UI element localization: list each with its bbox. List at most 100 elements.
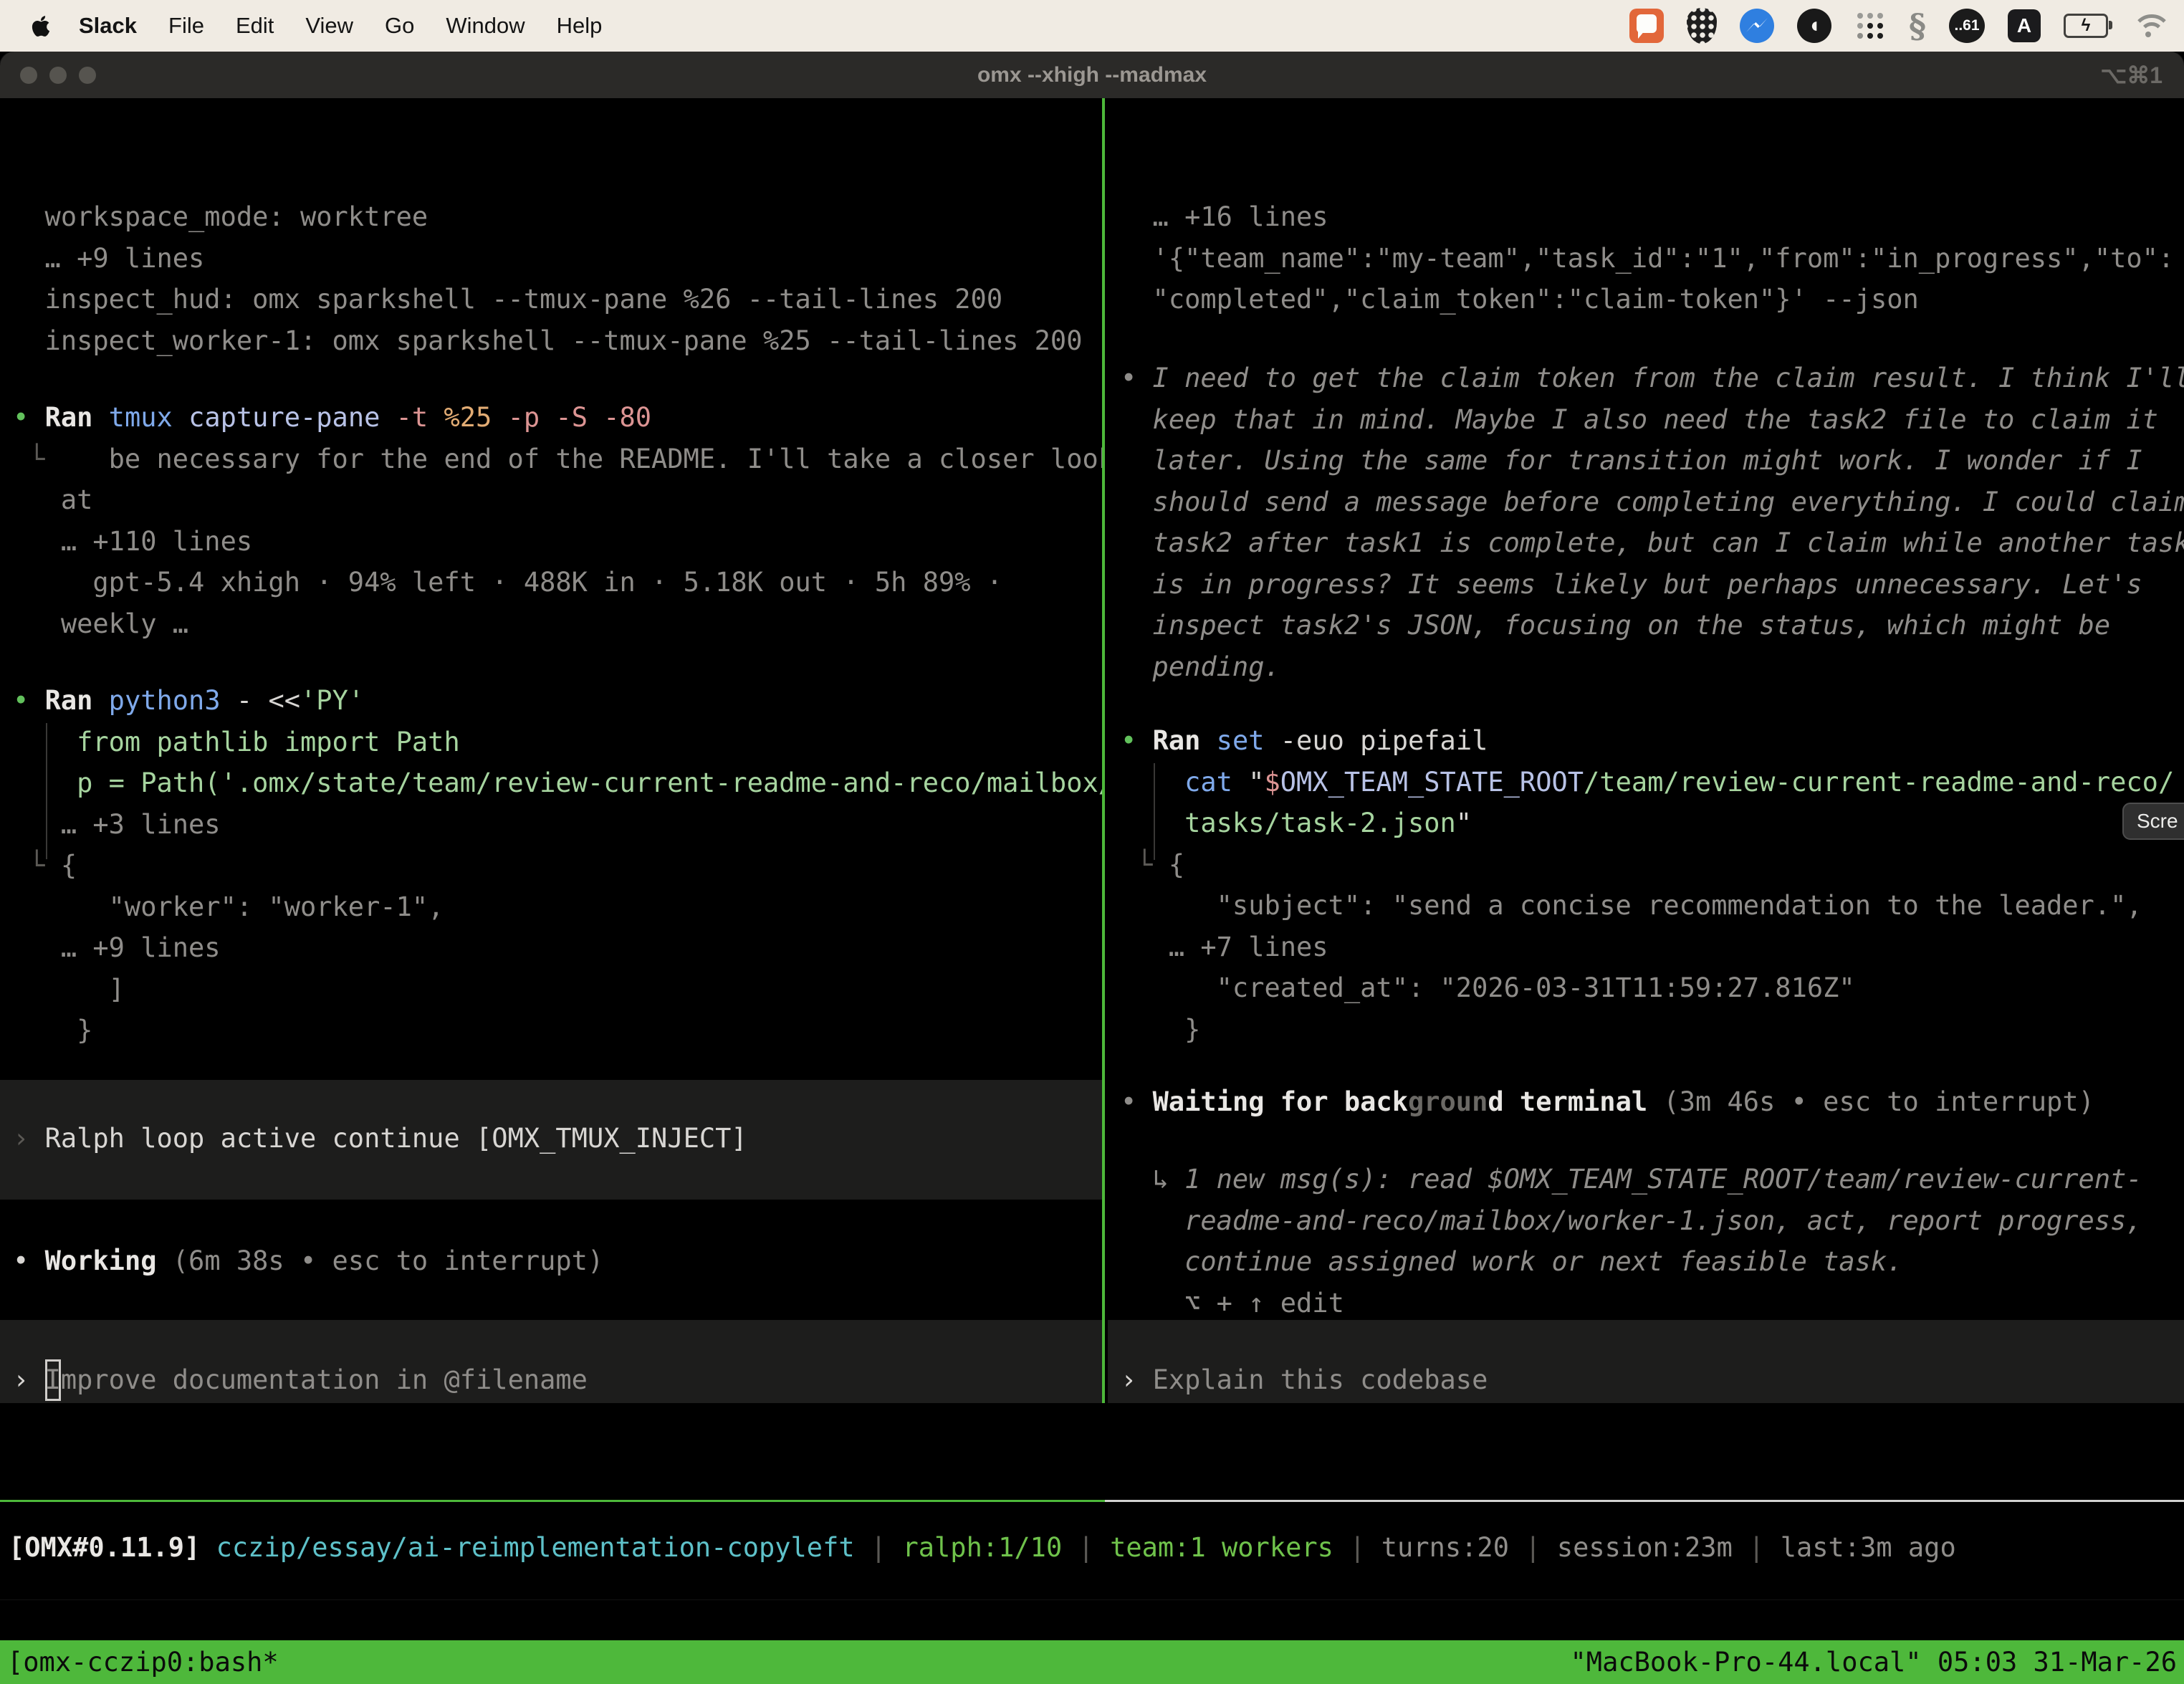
text-segment: ›	[13, 1364, 45, 1395]
text-segment: •	[13, 402, 45, 433]
minimize-button[interactable]	[49, 67, 67, 84]
text-segment: I	[45, 1359, 61, 1401]
text-segment: pending.	[1121, 651, 1280, 682]
text-segment: $	[1265, 767, 1280, 798]
text-segment: Ralph loop active continue [OMX_TMUX_INJ…	[45, 1123, 747, 1154]
text-segment: "worker": "worker-1",	[13, 891, 444, 922]
terminal-line: … +16 lines	[1121, 196, 2184, 238]
text-segment: … +9 lines	[13, 243, 204, 274]
text-segment: tasks/task-2.json	[1121, 808, 1456, 838]
text-segment: "	[1456, 808, 1472, 838]
terminal-line: … +7 lines	[1121, 927, 2184, 968]
zoom-button[interactable]	[79, 67, 96, 84]
terminal-content: workspace_mode: worktree … +9 lines insp…	[0, 98, 2184, 1599]
screen: { "menu_bar": { "app": "Slack", "items":…	[0, 0, 2184, 1599]
apple-menu[interactable]	[32, 14, 50, 38]
terminal-line: › Improve documentation in @filename	[13, 1359, 1102, 1401]
prompt-box[interactable]: › Explain this codebase	[1108, 1320, 2184, 1403]
tmux-status-bar: [omx-cczip0:bash* "MacBook-Pro-44.local"…	[0, 1640, 2184, 1684]
text-segment: -S	[555, 402, 603, 433]
text-segment: inspect task2's JSON, focusing on the st…	[1121, 610, 2110, 641]
menu-app-name[interactable]: Slack	[79, 13, 137, 39]
menu-item-edit[interactable]: Edit	[236, 13, 274, 39]
text-segment: %25	[444, 402, 507, 433]
text-segment: ⌥ + ↑ edit	[1121, 1288, 1344, 1319]
terminal-line: is in progress? It seems likely but perh…	[1121, 564, 2184, 606]
close-button[interactable]	[20, 67, 37, 84]
menu-item-help[interactable]: Help	[557, 13, 603, 39]
text-segment: {	[1169, 849, 1184, 880]
text-segment: {	[61, 850, 77, 881]
text-segment: weekly …	[13, 608, 188, 639]
text-segment: "	[1248, 767, 1264, 798]
terminal-line: └ be necessary for the end of the README…	[13, 439, 1102, 480]
text-segment: at	[13, 484, 92, 515]
text-segment: ↳ 1 new msg(s): read $OMX_TEAM_STATE_ROO…	[1121, 1164, 2142, 1195]
menu-item-go[interactable]: Go	[385, 13, 414, 39]
messenger-icon[interactable]	[1740, 9, 1774, 43]
pane-divider-horizontal-left[interactable]	[0, 1500, 1105, 1502]
grid-icon[interactable]	[1854, 10, 1886, 42]
battery-icon[interactable]: ϟ	[2064, 14, 2108, 38]
squiggle-icon[interactable]: §	[1909, 6, 1926, 45]
terminal-line: gpt-5.4 xhigh · 94% left · 488K in · 5.1…	[13, 562, 1102, 603]
terminal-line: › Explain this codebase	[1121, 1359, 2184, 1401]
notice-banner: › Ralph loop active continue [OMX_TMUX_I…	[0, 1080, 1102, 1200]
text-segment: turns:20	[1381, 1532, 1525, 1563]
output-block: … +16 lines '{"team_name":"my-team","tas…	[1108, 196, 2184, 320]
text-segment: •	[13, 685, 45, 716]
text-segment: task2 after task1 is complete, but can I…	[1121, 527, 2184, 558]
terminal-line: └ {	[1121, 844, 2184, 886]
text-segment: -p	[508, 402, 556, 433]
text-segment: … +7 lines	[1121, 932, 1328, 962]
output-block: • Ran set -euo pipefail cat "$OMX_TEAM_S…	[1108, 720, 2184, 1050]
terminal-line: workspace_mode: worktree	[13, 196, 1102, 238]
text-segment: gpt-5.4 xhigh · 94% left · 488K in · 5.1…	[13, 567, 1002, 598]
menu-items: File Edit View Go Window Help	[137, 13, 602, 39]
tmux-window-list[interactable]: [omx-cczip0:bash*	[7, 1647, 279, 1678]
text-segment: readme-and-reco/mailbox/worker-1.json, a…	[1121, 1205, 2142, 1236]
output-block: • Working (6m 38s • esc to interrupt)	[0, 1240, 1102, 1282]
terminal-line: inspect_worker-1: omx sparkshell --tmux-…	[13, 320, 1102, 362]
text-segment: keep that in mind. Maybe I also need the…	[1121, 404, 2158, 435]
a-app-icon[interactable]: A	[2008, 9, 2041, 42]
output-block: • I need to get the claim token from the…	[1108, 358, 2184, 687]
text-segment: team:1 workers	[1110, 1532, 1349, 1563]
shield-icon[interactable]	[1687, 8, 1717, 44]
wifi-icon[interactable]	[2131, 13, 2165, 39]
text-segment: |	[1748, 1532, 1781, 1563]
terminal-line: "created_at": "2026-03-31T11:59:27.816Z"	[1121, 967, 2184, 1009]
screenshot-tooltip: Scre	[2122, 803, 2184, 840]
menu-item-window[interactable]: Window	[446, 13, 525, 39]
pane-divider-horizontal-right[interactable]	[1105, 1500, 2184, 1502]
pane-divider-vertical[interactable]	[1102, 98, 1105, 1403]
text-segment: groun	[1408, 1086, 1488, 1117]
menu-item-view[interactable]: View	[305, 13, 353, 39]
text-segment: last:3m ago	[1781, 1532, 1956, 1563]
prompt-box[interactable]: › Improve documentation in @filename	[0, 1320, 1102, 1403]
terminal-line: later. Using the same for transition mig…	[1121, 440, 2184, 482]
chat-app-icon[interactable]	[1629, 9, 1664, 43]
onepassword-icon[interactable]: ◖	[1797, 9, 1831, 43]
badge-61-icon[interactable]: ..61	[1949, 9, 1985, 43]
traffic-lights	[20, 67, 96, 84]
text-segment: |	[1349, 1532, 1381, 1563]
text-segment: |	[1525, 1532, 1557, 1563]
text-segment: capture-pane	[188, 402, 396, 433]
terminal-line: ]	[13, 969, 1102, 1010]
text-segment: set	[1217, 725, 1280, 756]
terminal-line: • Working (6m 38s • esc to interrupt)	[13, 1240, 1102, 1282]
terminal-line: └ {	[13, 845, 1102, 886]
output-block: • Ran python3 - <<'PY' from pathlib impo…	[0, 680, 1102, 1051]
terminal-line: "completed","claim_token":"claim-token"}…	[1121, 279, 2184, 320]
text-segment: later. Using the same for transition mig…	[1121, 445, 2142, 476]
terminal-line: "subject": "send a concise recommendatio…	[1121, 885, 2184, 927]
text-segment: from pathlib import Path	[13, 727, 460, 757]
text-segment: -t	[396, 402, 444, 433]
text-segment: "created_at": "2026-03-31T11:59:27.816Z"	[1121, 972, 1855, 1003]
text-segment: session:23m	[1557, 1532, 1748, 1563]
text-segment: Ran	[45, 402, 109, 433]
menu-item-file[interactable]: File	[168, 13, 204, 39]
terminal-line: weekly …	[13, 603, 1102, 645]
text-segment: python3	[109, 685, 236, 716]
